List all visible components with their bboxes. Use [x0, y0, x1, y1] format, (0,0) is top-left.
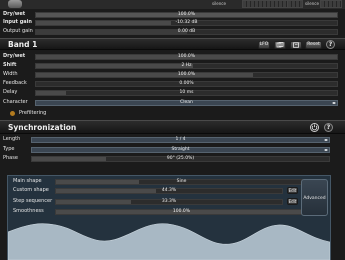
input-gain-row: Input gain -10.32 dB — [0, 19, 345, 26]
step-sequencer-row: Step sequencer 33.3% Edit — [11, 198, 301, 205]
character-label: Character — [3, 99, 28, 105]
band-drywet-label: Dry/wet — [3, 53, 26, 59]
logo — [8, 0, 22, 8]
band-shift-slider[interactable]: 2 Hz — [35, 63, 338, 69]
power-icon — [311, 124, 318, 131]
main-shape-value: Sine — [176, 179, 187, 184]
character-arrows-icon[interactable]: ◂▸ — [332, 101, 336, 105]
input-gain-value: -10.32 dB — [175, 20, 198, 25]
band-shift-value: 2 Hz — [181, 63, 192, 68]
global-drywet-label: Dry/wet — [3, 11, 26, 17]
custom-shape-row: Custom shape 44.3% Edit — [11, 187, 301, 194]
reset-button[interactable]: Reset — [305, 41, 322, 49]
smoothness-slider[interactable]: 100.0% — [55, 209, 308, 215]
lfo-waveform-display[interactable] — [8, 216, 330, 260]
band-drywet-value: 100.0% — [177, 54, 196, 59]
main-shape-slider[interactable]: Sine — [55, 179, 308, 185]
band-delay-value: 10 ms — [179, 90, 194, 95]
phase-row: Phase 90° (25.0%) — [0, 155, 345, 162]
output-level-meter — [320, 0, 342, 8]
output-gain-label: Output gain — [3, 28, 33, 34]
input-gain-slider[interactable]: -10.32 dB — [35, 20, 338, 26]
band-feedback-value: 0.00% — [179, 81, 194, 86]
help-button[interactable]: ? — [326, 40, 335, 49]
main-shape-label: Main shape — [13, 178, 42, 184]
length-selector[interactable]: 1 / 4 ◂▸ — [31, 137, 330, 143]
band-delay-label: Delay — [3, 89, 18, 95]
paste-button[interactable] — [290, 41, 302, 49]
band-drywet-slider[interactable]: 100.0% — [35, 54, 338, 60]
step-sequencer-value: 33.3% — [161, 199, 177, 204]
type-value: Straight — [171, 147, 190, 152]
output-gain-slider[interactable]: 0.00 dB — [35, 29, 338, 35]
global-drywet-value: 100.0% — [177, 12, 196, 17]
lfo-button[interactable]: LFO — [258, 41, 270, 49]
copy-icon — [276, 42, 284, 48]
band-delay-slider[interactable]: 10 ms — [35, 90, 338, 96]
band-title: Band 1 — [8, 40, 38, 49]
right-meter-label: silence — [305, 1, 319, 6]
band-width-row: Width 100.0% — [0, 71, 345, 78]
band-width-value: 100.0% — [177, 72, 196, 77]
character-value: Clean — [180, 100, 193, 105]
advanced-button[interactable]: Advanced — [301, 179, 328, 216]
band-feedback-row: Feedback 0.00% — [0, 80, 345, 87]
band-shift-row: Shift 2 Hz — [0, 62, 345, 69]
sync-header: Synchronization ? — [0, 120, 345, 134]
step-sequencer-label: Step sequencer — [13, 198, 53, 204]
type-label: Type — [3, 146, 15, 152]
type-arrows-icon[interactable]: ◂▸ — [324, 148, 328, 152]
length-value: 1 / 4 — [175, 137, 186, 142]
custom-shape-slider[interactable]: 44.3% — [55, 188, 283, 194]
global-drywet-slider[interactable]: 100.0% — [35, 12, 338, 18]
global-drywet-row: Dry/wet 100.0% — [0, 11, 345, 18]
character-row: Character Clean ◂▸ — [0, 99, 345, 106]
phase-label: Phase — [3, 155, 18, 161]
prefiltering-label[interactable]: Prefiltering — [19, 110, 46, 116]
prefiltering-indicator-icon[interactable] — [10, 111, 15, 116]
length-label: Length — [3, 136, 21, 142]
band-width-slider[interactable]: 100.0% — [35, 72, 338, 78]
main-shape-row: Main shape Sine — [11, 178, 308, 185]
phase-value: 90° (25.0%) — [166, 156, 195, 161]
band-shift-label: Shift — [3, 62, 17, 68]
custom-shape-edit-button[interactable]: Edit — [287, 187, 298, 194]
smoothness-label: Smoothness — [13, 208, 44, 214]
sync-power-button[interactable] — [310, 123, 319, 132]
band-header: Band 1 LFO Reset ? — [0, 38, 345, 50]
smoothness-row: Smoothness 100.0% — [11, 208, 308, 215]
custom-shape-label: Custom shape — [13, 187, 49, 193]
band-feedback-slider[interactable]: 0.00% — [35, 81, 338, 87]
copy-button[interactable] — [274, 41, 286, 49]
paste-icon — [293, 42, 299, 48]
length-arrows-icon[interactable]: ◂▸ — [324, 138, 328, 142]
output-gain-value: 0.00 dB — [177, 29, 196, 34]
smoothness-value: 100.0% — [172, 209, 191, 214]
step-sequencer-edit-button[interactable]: Edit — [287, 198, 298, 205]
type-row: Type Straight ◂▸ — [0, 146, 345, 153]
length-row: Length 1 / 4 ◂▸ — [0, 136, 345, 143]
type-selector[interactable]: Straight ◂▸ — [31, 147, 330, 153]
right-level-meter — [287, 0, 303, 8]
custom-shape-value: 44.3% — [161, 188, 177, 193]
phase-slider[interactable]: 90° (25.0%) — [31, 156, 330, 162]
band-feedback-label: Feedback — [3, 80, 27, 86]
band-width-label: Width — [3, 71, 18, 77]
sync-title: Synchronization — [8, 123, 77, 132]
band-delay-row: Delay 10 ms — [0, 89, 345, 96]
sync-help-button[interactable]: ? — [324, 123, 333, 132]
lfo-waveform — [8, 223, 330, 260]
step-sequencer-slider[interactable]: 33.3% — [55, 199, 283, 205]
output-gain-row: Output gain 0.00 dB — [0, 28, 345, 35]
input-gain-label: Input gain — [3, 19, 32, 25]
band-drywet-row: Dry/wet 100.0% — [0, 53, 345, 60]
left-meter-label: silence — [212, 1, 226, 6]
character-selector[interactable]: Clean ◂▸ — [35, 100, 338, 106]
